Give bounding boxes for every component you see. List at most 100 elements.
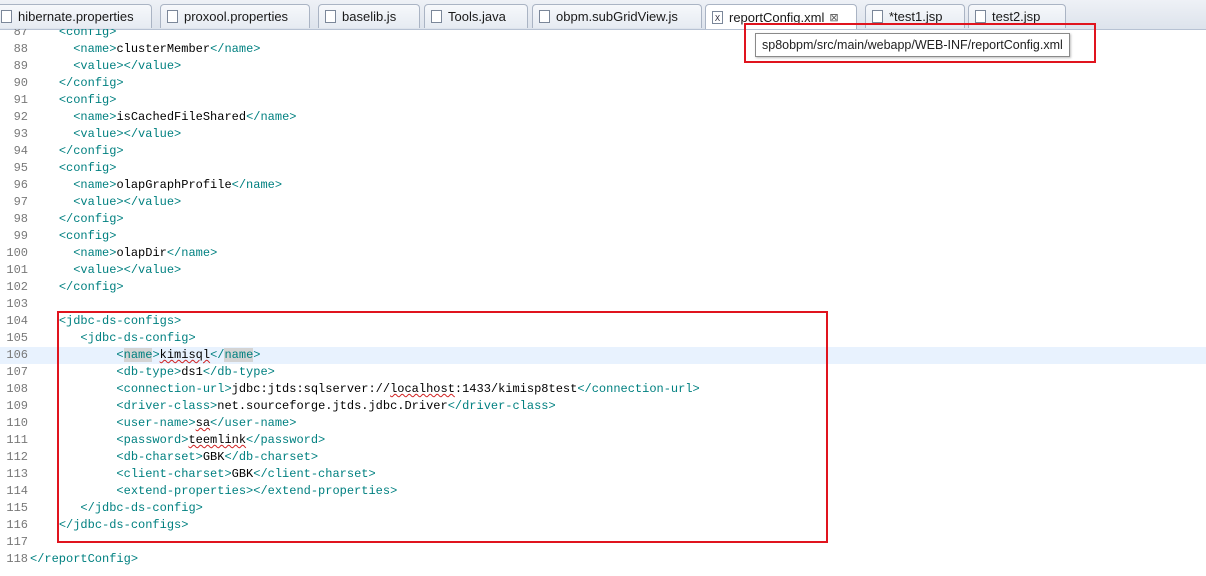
tab-proxool-properties[interactable]: proxool.properties [160, 4, 310, 28]
line-number: 111 [6, 433, 28, 447]
code-line[interactable]: 99 <config> [0, 228, 1206, 245]
xml-tag: <connection-url> [116, 382, 232, 396]
line-number: 118 [6, 552, 28, 566]
code-line[interactable]: 111 <password>teemlink</password> [0, 432, 1206, 449]
code-text[interactable]: <driver-class>net.sourceforge.jtds.jdbc.… [30, 398, 555, 415]
code-text[interactable]: <db-type>ds1</db-type> [30, 364, 275, 381]
code-line[interactable]: 98 </config> [0, 211, 1206, 228]
code-text[interactable]: <name>isCachedFileShared</name> [30, 109, 296, 126]
code-text[interactable]: <name>clusterMember</name> [30, 41, 260, 58]
code-line[interactable]: 109 <driver-class>net.sourceforge.jtds.j… [0, 398, 1206, 415]
code-text[interactable]: <password>teemlink</password> [30, 432, 325, 449]
xml-tag: <value></value> [73, 127, 182, 141]
code-line[interactable]: 93 <value></value> [0, 126, 1206, 143]
code-line[interactable]: 112 <db-charset>GBK</db-charset> [0, 449, 1206, 466]
xml-tag: <config> [58, 161, 117, 175]
code-text[interactable]: <jdbc-ds-config> [30, 330, 195, 347]
code-line[interactable]: 94 </config> [0, 143, 1206, 160]
code-line[interactable]: 104 <jdbc-ds-configs> [0, 313, 1206, 330]
code-text[interactable]: <connection-url>jdbc:jtds:sqlserver://lo… [30, 381, 699, 398]
code-text[interactable]: <value></value> [30, 58, 181, 75]
xml-text: net.sourceforge.jtds.jdbc.Driver [217, 399, 448, 413]
code-text[interactable]: <config> [30, 160, 117, 177]
xml-tag: </jdbc-ds-configs> [58, 518, 189, 532]
code-text[interactable]: <user-name>sa</user-name> [30, 415, 296, 432]
code-line[interactable]: 113 <client-charset>GBK</client-charset> [0, 466, 1206, 483]
tab-test1-jsp[interactable]: *test1.jsp [865, 4, 965, 28]
xml-tag: <name> [73, 178, 117, 192]
code-text[interactable]: </config> [30, 143, 124, 160]
code-line[interactable]: 108 <connection-url>jdbc:jtds:sqlserver:… [0, 381, 1206, 398]
code-line[interactable]: 96 <name>olapGraphProfile</name> [0, 177, 1206, 194]
line-number: 88 [13, 42, 28, 56]
code-text[interactable]: <config> [30, 29, 117, 41]
code-line[interactable]: 95 <config> [0, 160, 1206, 177]
tab-test2-jsp[interactable]: test2.jsp [968, 4, 1066, 28]
line-number: 103 [6, 297, 28, 311]
code-line[interactable]: 100 <name>olapDir</name> [0, 245, 1206, 262]
xml-tag: > [152, 348, 160, 362]
code-line[interactable]: 107 <db-type>ds1</db-type> [0, 364, 1206, 381]
code-text[interactable]: <client-charset>GBK</client-charset> [30, 466, 375, 483]
code-line[interactable]: 114 <extend-properties></extend-properti… [0, 483, 1206, 500]
code-line[interactable]: 105 <jdbc-ds-config> [0, 330, 1206, 347]
code-text[interactable]: <value></value> [30, 126, 181, 143]
xml-text: kimisql [159, 348, 211, 362]
tab-obpm-subgridview-js[interactable]: obpm.subGridView.js [532, 4, 702, 28]
code-line[interactable]: 118 </reportConfig> [0, 551, 1206, 568]
xml-text: sa [195, 416, 211, 430]
code-line[interactable]: 89 <value></value> [0, 58, 1206, 75]
code-line[interactable]: 116 </jdbc-ds-configs> [0, 517, 1206, 534]
tab-tools-java[interactable]: Tools.java [424, 4, 528, 28]
code-line[interactable]: 117 [0, 534, 1206, 551]
code-line[interactable]: 91 <config> [0, 92, 1206, 109]
code-line[interactable]: 97 <value></value> [0, 194, 1206, 211]
tab-label: test2.jsp [992, 9, 1041, 24]
code-line[interactable]: 92 <name>isCachedFileShared</name> [0, 109, 1206, 126]
code-text[interactable]: <name>olapDir</name> [30, 245, 217, 262]
code-text[interactable]: <config> [30, 92, 117, 109]
code-text[interactable]: </config> [30, 211, 124, 228]
close-icon[interactable]: ⊠ [829, 11, 838, 24]
xml-file-icon: X [712, 10, 723, 24]
code-text[interactable]: </reportConfig> [30, 551, 138, 568]
code-text[interactable]: <db-charset>GBK</db-charset> [30, 449, 318, 466]
line-number: 116 [6, 518, 28, 532]
code-line[interactable]: 90 </config> [0, 75, 1206, 92]
xml-editor[interactable]: 87 <config> 88 <name>clusterMember</name>… [0, 29, 1206, 576]
code-text[interactable]: <name>kimisql</name> [30, 347, 260, 364]
tab-label: reportConfig.xml [729, 9, 825, 25]
xml-tag: <driver-class> [116, 399, 218, 413]
code-line[interactable]: 110 <user-name>sa</user-name> [0, 415, 1206, 432]
code-text[interactable]: <config> [30, 228, 117, 245]
code-line[interactable]: 115 </jdbc-ds-config> [0, 500, 1206, 517]
tab-label: hibernate.properties [18, 9, 134, 24]
code-text[interactable]: <value></value> [30, 262, 181, 279]
tab-hibernate-properties[interactable]: hibernate.properties [0, 4, 152, 28]
code-text[interactable]: </config> [30, 75, 124, 92]
code-text[interactable]: <value></value> [30, 194, 181, 211]
tab-baselib-js[interactable]: baselib.js [318, 4, 420, 28]
code-line[interactable]: 102 </config> [0, 279, 1206, 296]
code-text[interactable]: </config> [30, 279, 124, 296]
code-text[interactable]: <extend-properties></extend-properties> [30, 483, 397, 500]
code-line[interactable]: 101 <value></value> [0, 262, 1206, 279]
code-line[interactable]: 103 [0, 296, 1206, 313]
code-line[interactable]: 106 <name>kimisql</name> [0, 347, 1206, 364]
tab-reportconfig-xml[interactable]: X reportConfig.xml ⊠ [705, 4, 857, 29]
code-text[interactable]: </jdbc-ds-configs> [30, 517, 189, 534]
xml-tag: </db-type> [202, 365, 275, 379]
code-text[interactable]: <jdbc-ds-configs> [30, 313, 181, 330]
code-text[interactable]: </jdbc-ds-config> [30, 500, 202, 517]
line-number: 89 [13, 59, 28, 73]
code-text[interactable]: <name>olapGraphProfile</name> [30, 177, 282, 194]
